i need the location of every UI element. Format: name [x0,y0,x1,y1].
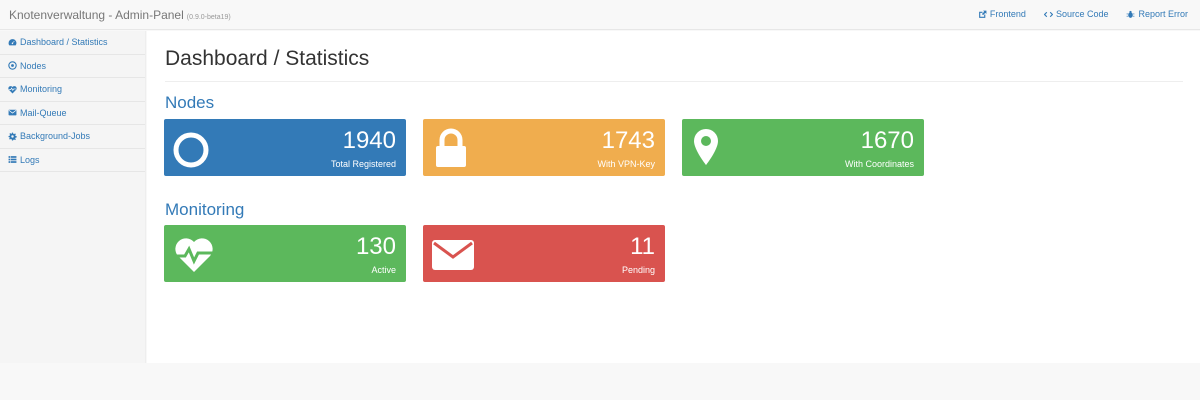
sidebar-item-label: Mail-Queue [20,107,67,118]
frontend-link-label: Frontend [989,9,1026,19]
stat-label: With VPN-Key [597,159,655,169]
heartbeat-icon [174,238,214,272]
sidebar-item-label: Nodes [20,60,47,71]
report-error-link[interactable]: Report Error [1126,9,1188,19]
stat-label: Active [371,265,396,275]
dashboard-icon [8,38,17,46]
envelope-icon [432,240,474,270]
stat-value: 130 [355,233,396,260]
top-navbar: Knotenverwaltung - Admin-Panel (0.9.0-bet… [0,0,1200,30]
sidebar-item-nodes[interactable]: Nodes [0,55,145,78]
list-icon [8,156,17,164]
dot-circle-icon [8,61,17,70]
gear-icon [8,132,17,141]
page-title: Dashboard / Statistics [165,47,370,70]
sidebar-item-mail-queue[interactable]: Mail-Queue [0,102,145,125]
sidebar-item-dashboard[interactable]: Dashboard / Statistics [0,31,145,55]
sidebar-item-label: Background-Jobs [20,131,91,142]
stat-label: Pending [621,265,655,275]
sidebar-item-label: Dashboard / Statistics [20,37,108,48]
stat-card-vpn-key[interactable]: 1743 With VPN-Key [423,119,665,176]
stat-label: Total Registered [330,159,396,169]
sidebar-item-monitoring[interactable]: Monitoring [0,78,145,102]
envelope-icon [8,109,17,116]
stat-value: 11 [630,233,655,260]
stat-card-active[interactable]: 130 Active [164,225,406,282]
external-link-icon [979,10,987,18]
stat-card-total-registered[interactable]: 1940 Total Registered [164,119,406,176]
stat-card-pending[interactable]: 11 Pending [423,225,665,282]
frontend-link[interactable]: Frontend [978,9,1026,19]
sidebar-item-label: Logs [20,154,40,165]
app-version: (0.9.0-beta19) [186,14,231,21]
lock-icon [436,128,466,167]
title-divider [165,81,1183,82]
stat-value: 1940 [342,127,396,154]
circle-icon [173,132,209,168]
source-code-link[interactable]: Source Code [1043,9,1109,19]
report-error-link-label: Report Error [1138,9,1188,19]
app-brand[interactable]: Knotenverwaltung - Admin-Panel (0.9.0-bet… [9,8,231,22]
nav-links: Frontend Source Code Report Error [978,9,1188,19]
stat-value: 1670 [860,127,914,154]
heartbeat-icon [8,85,17,94]
sidebar-item-background-jobs[interactable]: Background-Jobs [0,125,145,149]
map-marker-icon [694,129,718,165]
section-title-monitoring: Monitoring [165,200,245,219]
sidebar-item-label: Monitoring [20,84,63,95]
main-content: Dashboard / Statistics Nodes 1940 Total … [147,31,1200,363]
app-title: Knotenverwaltung - Admin-Panel [9,8,184,22]
bug-icon [1127,10,1135,18]
code-icon [1043,11,1053,17]
sidebar-item-logs[interactable]: Logs [0,149,145,172]
stat-card-coordinates[interactable]: 1670 With Coordinates [682,119,924,176]
section-title-nodes: Nodes [165,93,215,112]
stat-label: With Coordinates [844,159,914,169]
sidebar: Dashboard / Statistics Nodes Monitoring … [0,31,146,363]
stat-value: 1743 [601,127,655,154]
source-code-link-label: Source Code [1055,9,1109,19]
